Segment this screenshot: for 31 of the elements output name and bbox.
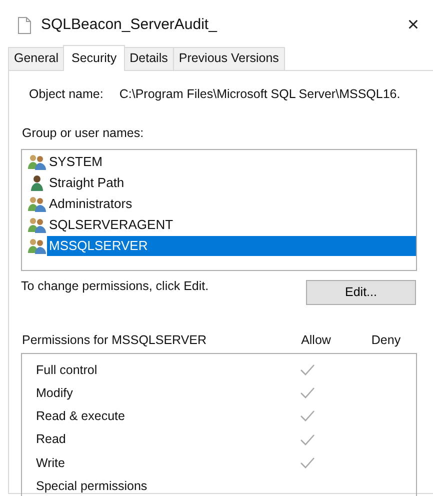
edit-button[interactable]: Edit... [306,280,416,304]
object-name-value: C:\Program Files\Microsoft SQL Server\MSSQL16. [119,86,400,103]
users-icon [28,154,46,170]
permission-name: Write [36,454,66,472]
object-name-label: Object name: [29,86,104,103]
permission-name: Read [36,431,67,448]
user-list-item[interactable]: SQLSERVERAGENT [47,215,416,235]
tab[interactable]: General [8,47,64,70]
group-names-label: Group or user names: [21,124,145,142]
file-icon [18,16,31,34]
users-icon [28,217,46,233]
tab[interactable]: Previous Versions [172,47,285,70]
hint-text: To change permissions, click Edit. [21,278,209,295]
column-header: Deny [370,332,402,349]
close-button[interactable]: × [405,15,421,35]
user-list-item[interactable]: SYSTEM [47,152,416,172]
permission-name: Read & execute [36,408,126,426]
permission-name: Modify [36,384,74,402]
tab[interactable]: Details [124,47,174,70]
permission-name: Full control [36,362,98,379]
user-icon [28,175,46,191]
user-list-item[interactable]: Straight Path [47,173,416,193]
user-list-item[interactable]: MSSQLSERVER [47,236,416,256]
permission-name: Special permissions [36,478,148,495]
user-list-item[interactable]: Administrators [47,194,416,214]
users-icon [28,238,46,254]
users-icon [28,196,46,212]
permissions-title: Permissions for MSSQLSERVER [22,332,208,348]
column-header: Allow [300,332,332,348]
tab[interactable]: Security [63,45,125,71]
window-title: SQLBeacon_ServerAudit_ [41,14,218,35]
